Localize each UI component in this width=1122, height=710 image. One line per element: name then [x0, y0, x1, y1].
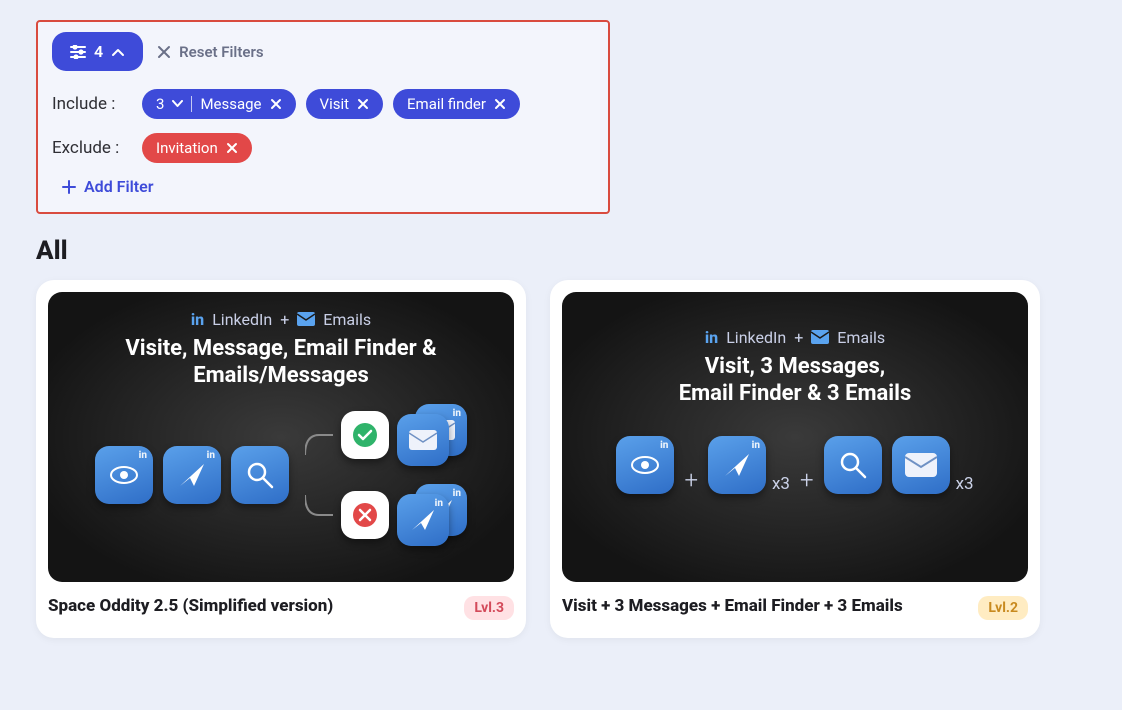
- exclude-chip-invitation[interactable]: Invitation: [142, 133, 252, 163]
- message-step-icon: in: [163, 446, 221, 504]
- flow-row: in in: [95, 404, 467, 546]
- card-channels: in LinkedIn + Emails: [705, 328, 885, 347]
- filter-top-row: 4 Reset Filters: [52, 32, 594, 71]
- exclude-chips: Invitation: [142, 133, 252, 163]
- linkedin-badge-icon: in: [453, 408, 461, 419]
- plus-separator: +: [684, 466, 698, 494]
- template-card[interactable]: in LinkedIn + Emails Visite, Message, Em…: [36, 280, 526, 638]
- card-footer: Visit + 3 Messages + Email Finder + 3 Em…: [562, 596, 1028, 620]
- chip-count: 3: [156, 95, 164, 113]
- linkedin-badge-icon: in: [660, 440, 668, 451]
- include-chip-message[interactable]: 3 Message: [142, 89, 296, 119]
- channel-plus: +: [794, 328, 803, 347]
- linkedin-icon: in: [191, 310, 204, 329]
- reset-filters-button[interactable]: Reset Filters: [157, 43, 263, 61]
- channel-plus: +: [280, 310, 289, 329]
- plus-separator: +: [800, 466, 814, 494]
- branch-connector-icon: [305, 415, 333, 455]
- email-stack-icon: in: [397, 404, 467, 466]
- visit-step-icon: in: [95, 446, 153, 504]
- mail-icon: [297, 312, 315, 326]
- section-heading: All: [36, 236, 1086, 266]
- multiplier-label: x3: [956, 474, 974, 494]
- level-badge: Lvl.3: [464, 596, 514, 620]
- close-icon: [157, 45, 171, 59]
- channel-linkedin-label: LinkedIn: [212, 310, 272, 329]
- include-chip-visit[interactable]: Visit: [306, 89, 384, 119]
- sliders-icon: [70, 45, 86, 59]
- filter-count: 4: [94, 42, 103, 61]
- chip-label: Message: [200, 95, 261, 113]
- chip-remove-icon[interactable]: [494, 98, 506, 110]
- linkedin-badge-icon: in: [453, 488, 461, 499]
- card-channels: in LinkedIn + Emails: [191, 310, 371, 329]
- chip-divider: [191, 96, 192, 112]
- email-finder-step-icon: [231, 446, 289, 504]
- add-filter-button[interactable]: Add Filter: [62, 177, 154, 196]
- channel-linkedin-label: LinkedIn: [726, 328, 786, 347]
- chip-label: Visit: [320, 95, 350, 113]
- filter-count-toggle[interactable]: 4: [52, 32, 143, 71]
- include-row: Include : 3 Message Visit Email: [52, 89, 594, 119]
- include-label: Include :: [52, 94, 132, 114]
- cards-grid: in LinkedIn + Emails Visite, Message, Em…: [36, 280, 1086, 638]
- chevron-up-icon: [111, 47, 125, 57]
- template-card[interactable]: in LinkedIn + Emails Visit, 3 Messages, …: [550, 280, 1040, 638]
- email-step-icon: [892, 436, 950, 494]
- level-badge: Lvl.2: [978, 596, 1028, 620]
- linkedin-badge-icon: in: [752, 440, 760, 451]
- flow-row: in + in x3 + x3: [616, 436, 973, 494]
- card-visual-title-line2: Email Finder & 3 Emails: [679, 380, 912, 408]
- branch-connector-icon: [305, 495, 333, 535]
- channel-emails-label: Emails: [323, 310, 371, 329]
- linkedin-icon: in: [705, 328, 718, 347]
- chip-label: Email finder: [407, 95, 486, 113]
- chip-remove-icon[interactable]: [270, 98, 282, 110]
- exclude-label: Exclude :: [52, 138, 132, 158]
- message-stack-icon: in in: [397, 484, 467, 546]
- linkedin-badge-icon: in: [207, 450, 215, 461]
- linkedin-badge-icon: in: [435, 498, 443, 509]
- add-filter-label: Add Filter: [84, 177, 154, 196]
- filter-panel: 4 Reset Filters Include : 3 Message: [36, 20, 610, 214]
- channel-emails-label: Emails: [837, 328, 885, 347]
- plus-icon: [62, 180, 76, 194]
- card-visual-title-line2: Emails/Messages: [125, 362, 436, 390]
- linkedin-badge-icon: in: [139, 450, 147, 461]
- mail-icon: [811, 330, 829, 344]
- card-footer: Space Oddity 2.5 (Simplified version) Lv…: [48, 596, 514, 620]
- card-visual-title: Visit, 3 Messages, Email Finder & 3 Emai…: [679, 353, 912, 408]
- chevron-down-icon: [172, 100, 183, 108]
- chip-remove-icon[interactable]: [357, 98, 369, 110]
- include-chips: 3 Message Visit Email finder: [142, 89, 520, 119]
- card-visual-title-line1: Visite, Message, Email Finder &: [125, 335, 436, 363]
- card-visual-title: Visite, Message, Email Finder & Emails/M…: [125, 335, 436, 390]
- success-branch-icon: [341, 411, 389, 459]
- chip-remove-icon[interactable]: [226, 142, 238, 154]
- visit-step-icon: in: [616, 436, 674, 494]
- chip-label: Invitation: [156, 139, 218, 157]
- card-visual: in LinkedIn + Emails Visit, 3 Messages, …: [562, 292, 1028, 582]
- fail-branch-icon: [341, 491, 389, 539]
- card-visual-title-line1: Visit, 3 Messages,: [679, 353, 912, 381]
- card-title: Space Oddity 2.5 (Simplified version): [48, 596, 333, 617]
- reset-filters-label: Reset Filters: [179, 43, 263, 61]
- email-finder-step-icon: [824, 436, 882, 494]
- multiplier-label: x3: [772, 474, 790, 494]
- include-chip-email-finder[interactable]: Email finder: [393, 89, 520, 119]
- card-title: Visit + 3 Messages + Email Finder + 3 Em…: [562, 596, 903, 617]
- card-visual: in LinkedIn + Emails Visite, Message, Em…: [48, 292, 514, 582]
- exclude-row: Exclude : Invitation: [52, 133, 594, 163]
- message-step-icon: in: [708, 436, 766, 494]
